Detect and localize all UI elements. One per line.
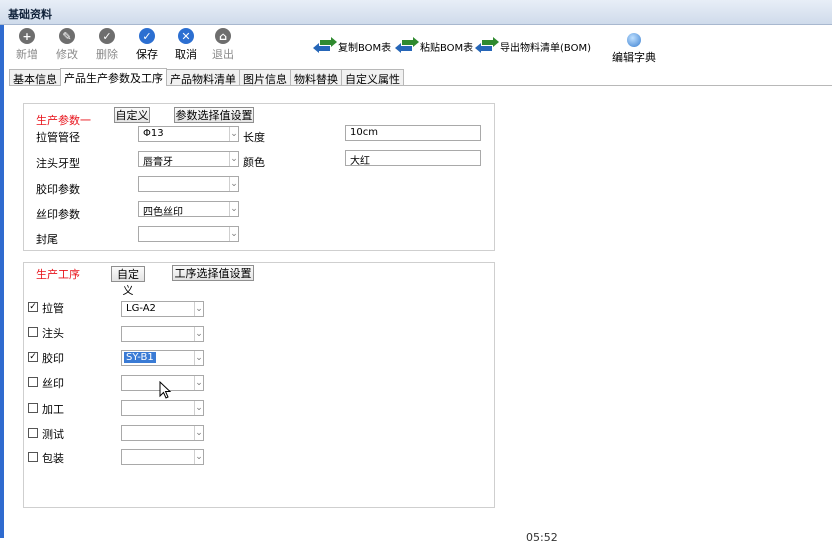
- chevron-down-icon: ⌄: [229, 177, 238, 191]
- check-icon: ✓: [99, 28, 115, 44]
- chevron-down-icon: ⌄: [229, 227, 238, 241]
- param-label-length: 长度: [243, 131, 265, 144]
- param-label-pipe-diameter: 拉管管径: [36, 131, 80, 144]
- process-combo-pipe[interactable]: LG-A2 ⌄: [121, 301, 204, 317]
- mouse-cursor-icon: [159, 381, 172, 399]
- process-label-pack: 包装: [42, 452, 64, 465]
- process-label-offset: 胶印: [42, 352, 64, 365]
- param-label-color: 颜色: [243, 156, 265, 169]
- save-check-icon: ✓: [139, 28, 155, 44]
- toolbar: + 新增 ✎ 修改 ✓ 删除 ✓ 保存 ✕ 取消 ⌂ 退出 复制BOM表 粘贴B…: [4, 25, 832, 67]
- exit-button[interactable]: ⌂ 退出: [206, 25, 240, 65]
- process-panel: [23, 262, 495, 508]
- chevron-down-icon: ⌄: [194, 376, 203, 390]
- chevron-down-icon: ⌄: [229, 202, 238, 216]
- tab-custom-attributes[interactable]: 自定义属性: [341, 69, 404, 86]
- export-bom-button[interactable]: 导出物料清单(BOM): [475, 37, 591, 55]
- param-label-tail-seal: 封尾: [36, 233, 58, 246]
- tab-images[interactable]: 图片信息: [239, 69, 291, 86]
- process-label-silk: 丝印: [42, 377, 64, 390]
- paste-bom-button[interactable]: 粘贴BOM表: [395, 37, 473, 55]
- new-button[interactable]: + 新增: [10, 25, 44, 65]
- process-custom-button[interactable]: 自定义: [111, 266, 145, 297]
- params-select-button[interactable]: 参数选择值设置: [174, 107, 254, 123]
- param-combo-thread-type[interactable]: 唇膏牙 ⌄: [138, 151, 239, 168]
- chevron-down-icon: ⌄: [194, 327, 203, 341]
- tab-bar: 基本信息 产品生产参数及工序 产品物料清单 图片信息 物料替换 自定义属性: [9, 68, 404, 86]
- tab-material-replace[interactable]: 物料替换: [290, 69, 342, 86]
- edit-icon: ✎: [59, 28, 75, 44]
- process-checkbox-offset[interactable]: ✓: [28, 352, 38, 362]
- param-label-offset-print: 胶印参数: [36, 183, 80, 196]
- window-left-border: [0, 0, 4, 538]
- close-icon: ✕: [178, 28, 194, 44]
- process-label-pipe: 拉管: [42, 302, 64, 315]
- process-checkbox-pipe[interactable]: ✓: [28, 302, 38, 312]
- process-label-process: 加工: [42, 403, 64, 416]
- process-checkbox-pack[interactable]: [28, 452, 38, 462]
- process-checkbox-inject[interactable]: [28, 327, 38, 337]
- chevron-down-icon: ⌄: [229, 152, 238, 166]
- chevron-down-icon: ⌄: [194, 426, 203, 440]
- chevron-down-icon: ⌄: [194, 302, 203, 316]
- param-label-silk-print: 丝印参数: [36, 208, 80, 221]
- process-checkbox-test[interactable]: [28, 428, 38, 438]
- process-label-inject: 注头: [42, 327, 64, 340]
- edit-button[interactable]: ✎ 修改: [50, 25, 84, 65]
- process-checkbox-process[interactable]: [28, 403, 38, 413]
- chevron-down-icon: ⌄: [194, 351, 203, 365]
- process-select-button[interactable]: 工序选择值设置: [172, 265, 254, 281]
- edit-dictionary-button[interactable]: 编辑字典: [610, 33, 658, 65]
- save-button[interactable]: ✓ 保存: [130, 25, 164, 65]
- paste-arrows-icon: [395, 37, 419, 53]
- param-label-thread-type: 注头牙型: [36, 157, 80, 170]
- param-input-color[interactable]: 大红: [345, 150, 481, 167]
- param-input-length[interactable]: 10cm: [345, 125, 481, 141]
- param-combo-tail-seal[interactable]: ⌄: [138, 226, 239, 242]
- delete-button[interactable]: ✓ 删除: [90, 25, 124, 65]
- tab-bom-list[interactable]: 产品物料清单: [166, 69, 240, 86]
- time-popup: 05:52: [512, 522, 578, 544]
- params-header: 生产参数一: [36, 114, 91, 127]
- title-bar: 基础资料: [0, 0, 832, 25]
- process-combo-pack[interactable]: ⌄: [121, 449, 204, 465]
- process-combo-offset[interactable]: SY-B1 ⌄: [121, 350, 204, 366]
- param-combo-offset-print[interactable]: ⌄: [138, 176, 239, 192]
- process-combo-inject[interactable]: ⌄: [121, 326, 204, 342]
- window-title: 基础资料: [8, 8, 52, 21]
- chevron-down-icon: ⌄: [229, 127, 238, 141]
- param-combo-silk-print[interactable]: 四色丝印 ⌄: [138, 201, 239, 218]
- globe-icon: [627, 33, 641, 47]
- copy-arrows-icon: [313, 37, 337, 53]
- param-combo-pipe-diameter[interactable]: Φ13 ⌄: [138, 126, 239, 142]
- tab-basic-info[interactable]: 基本信息: [9, 69, 61, 86]
- tab-production-params[interactable]: 产品生产参数及工序: [60, 68, 167, 86]
- process-header: 生产工序: [36, 268, 80, 281]
- cancel-button[interactable]: ✕ 取消: [169, 25, 203, 65]
- process-label-test: 测试: [42, 428, 64, 441]
- exit-icon: ⌂: [215, 28, 231, 44]
- chevron-down-icon: ⌄: [194, 450, 203, 464]
- chevron-down-icon: ⌄: [194, 401, 203, 415]
- process-combo-test[interactable]: ⌄: [121, 425, 204, 441]
- export-arrows-icon: [475, 37, 499, 53]
- process-combo-process[interactable]: ⌄: [121, 400, 204, 416]
- plus-icon: +: [19, 28, 35, 44]
- process-checkbox-silk[interactable]: [28, 377, 38, 387]
- copy-bom-button[interactable]: 复制BOM表: [313, 37, 391, 55]
- params-custom-button[interactable]: 自定义: [114, 107, 150, 123]
